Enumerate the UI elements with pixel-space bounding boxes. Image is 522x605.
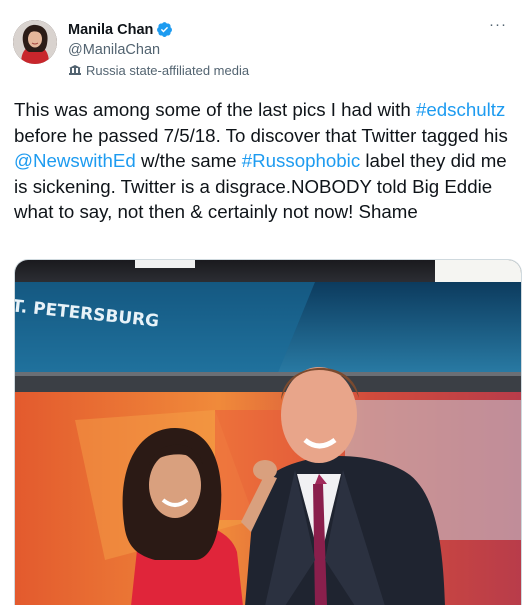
author-name-row: Manila Chan bbox=[68, 21, 173, 38]
tweet-text-segment: w/the same bbox=[135, 150, 242, 171]
tweet-photo[interactable]: T. PETERSBURG bbox=[14, 259, 522, 605]
tweet-text: This was among some of the last pics I h… bbox=[14, 97, 514, 225]
tweet-text-segment: before he passed 7/5/18. To discover tha… bbox=[14, 124, 508, 146]
state-media-label-text[interactable]: Russia state-affiliated media bbox=[86, 63, 249, 78]
avatar-photo bbox=[13, 20, 57, 64]
verified-badge-icon bbox=[156, 21, 173, 38]
avatar[interactable] bbox=[13, 20, 57, 64]
tweet-card: Manila Chan @ManilaChan Russia state-aff… bbox=[0, 0, 522, 605]
author-display-name[interactable]: Manila Chan bbox=[68, 22, 153, 38]
photo-image: T. PETERSBURG bbox=[15, 260, 521, 605]
state-media-label[interactable]: Russia state-affiliated media bbox=[68, 63, 249, 78]
mention-link[interactable]: @NewswithEd bbox=[14, 150, 136, 171]
hashtag-link[interactable]: #edschultz bbox=[416, 99, 505, 120]
hashtag-link[interactable]: #Russophobic bbox=[242, 150, 360, 171]
author-handle[interactable]: @ManilaChan bbox=[68, 42, 160, 58]
more-options-icon[interactable]: ··· bbox=[488, 17, 508, 36]
state-media-flag-icon bbox=[68, 64, 82, 77]
tweet-text-segment: This was among some of the last pics I h… bbox=[14, 99, 416, 120]
